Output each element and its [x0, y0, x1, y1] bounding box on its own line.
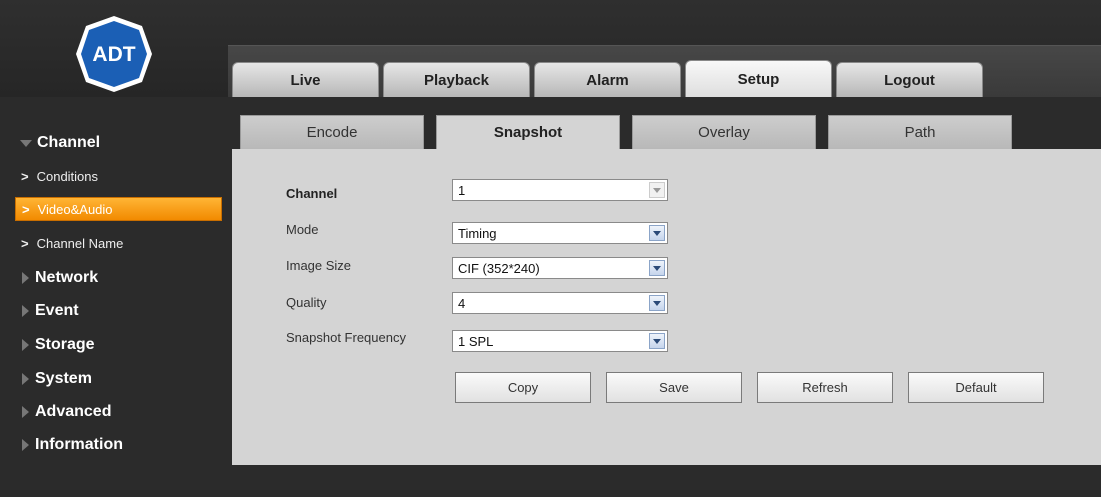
sidebar-section-label: Event	[35, 302, 79, 319]
sidebar-section-system[interactable]: System	[0, 366, 232, 392]
chevron-down-icon[interactable]	[649, 260, 665, 276]
collapsed-arrow-icon	[22, 439, 29, 451]
sidebar-item-label: Video&Audio	[37, 201, 113, 217]
nav-tab-alarm[interactable]: Alarm	[534, 62, 681, 97]
tab-encode[interactable]: Encode	[240, 115, 424, 149]
channel-value: 1	[458, 182, 466, 198]
sidebar-item-video-audio[interactable]: > Video&Audio	[15, 197, 222, 221]
sidebar-section-advanced[interactable]: Advanced	[0, 399, 232, 425]
mode-value: Timing	[458, 225, 497, 241]
nav-tab-logout[interactable]: Logout	[836, 62, 983, 97]
chevron-down-icon[interactable]	[649, 225, 665, 241]
sidebar-section-channel[interactable]: Channel	[0, 130, 232, 156]
collapsed-arrow-icon	[22, 406, 29, 418]
chevron-right-icon: >	[21, 235, 29, 251]
collapsed-arrow-icon	[22, 373, 29, 385]
refresh-button[interactable]: Refresh	[757, 372, 893, 403]
sidebar-section-label: Advanced	[35, 403, 112, 420]
chevron-down-icon[interactable]	[649, 333, 665, 349]
collapsed-arrow-icon	[22, 339, 29, 351]
chevron-right-icon: >	[21, 168, 29, 184]
mode-select[interactable]: Timing	[452, 222, 668, 244]
footer-bar	[232, 465, 1101, 497]
sidebar-item-conditions[interactable]: > Conditions	[15, 164, 222, 188]
sidebar-section-label: Channel	[37, 134, 101, 151]
sidebar-section-label: Network	[35, 269, 99, 286]
quality-value: 4	[458, 295, 466, 311]
image-size-label: Image Size	[286, 258, 352, 273]
default-button[interactable]: Default	[908, 372, 1044, 403]
mode-label: Mode	[286, 222, 319, 237]
save-button[interactable]: Save	[606, 372, 742, 403]
sidebar-section-label: Information	[35, 436, 123, 453]
nav-tab-setup[interactable]: Setup	[685, 60, 832, 97]
channel-select[interactable]: 1	[452, 179, 668, 201]
quality-select[interactable]: 4	[452, 292, 668, 314]
snapshot-frequency-value: 1 SPL	[458, 333, 494, 349]
chevron-right-icon: >	[22, 201, 30, 217]
sidebar-section-information[interactable]: Information	[0, 432, 232, 458]
sidebar-section-network[interactable]: Network	[0, 265, 232, 291]
sidebar-section-storage[interactable]: Storage	[0, 332, 232, 358]
tab-path[interactable]: Path	[828, 115, 1012, 149]
tab-overlay[interactable]: Overlay	[632, 115, 816, 149]
nav-tab-playback[interactable]: Playback	[383, 62, 530, 97]
sidebar-item-channel-name[interactable]: > Channel Name	[15, 231, 222, 255]
sidebar-item-label: Channel Name	[36, 235, 124, 251]
quality-label: Quality	[286, 295, 327, 310]
sidebar-section-label: System	[35, 370, 92, 387]
logo-text: ADT	[92, 43, 135, 66]
adt-logo: ADT	[74, 14, 154, 94]
chevron-down-icon[interactable]	[649, 182, 665, 198]
collapsed-arrow-icon	[22, 272, 29, 284]
sidebar-section-event[interactable]: Event	[0, 298, 232, 324]
sidebar-section-label: Storage	[35, 336, 95, 353]
expanded-arrow-icon	[20, 139, 32, 147]
image-size-value: CIF (352*240)	[458, 260, 540, 276]
chevron-down-icon[interactable]	[649, 295, 665, 311]
snapshot-frequency-label: Snapshot Frequency	[286, 330, 406, 345]
snapshot-frequency-select[interactable]: 1 SPL	[452, 330, 668, 352]
copy-button[interactable]: Copy	[455, 372, 591, 403]
image-size-select[interactable]: CIF (352*240)	[452, 257, 668, 279]
tab-snapshot[interactable]: Snapshot	[436, 115, 620, 149]
channel-label: Channel	[286, 186, 338, 201]
nav-tab-live[interactable]: Live	[232, 62, 379, 97]
sidebar-item-label: Conditions	[36, 168, 99, 184]
collapsed-arrow-icon	[22, 305, 29, 317]
